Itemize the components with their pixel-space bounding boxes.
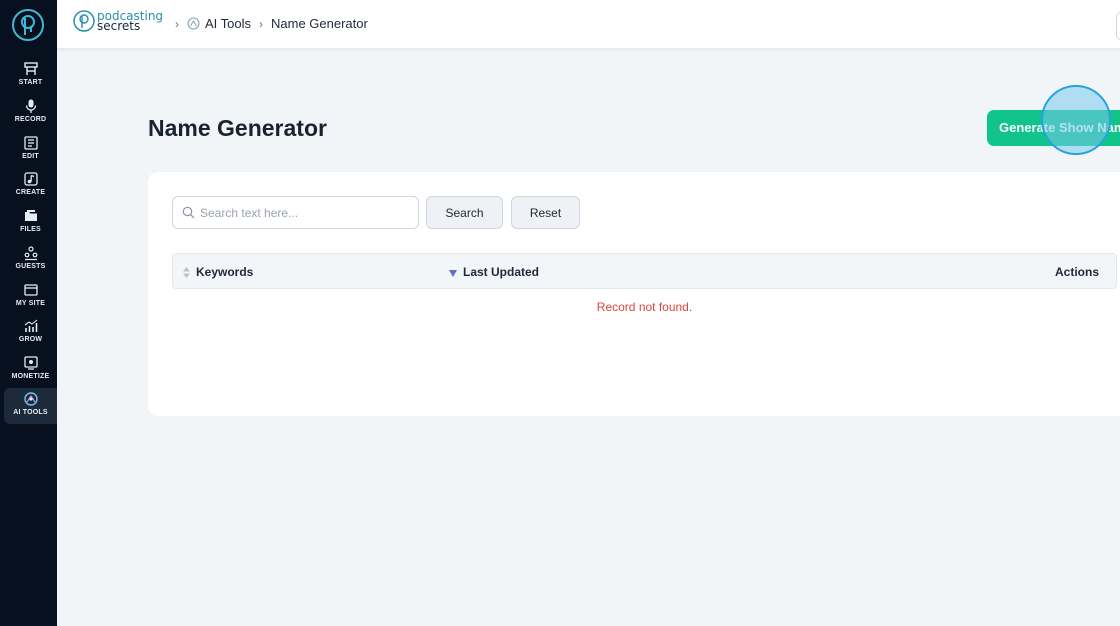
sidebar-item-label: EDIT — [22, 153, 39, 160]
sidebar-item-label: GUESTS — [15, 263, 46, 270]
sidebar-item-label: AI TOOLS — [13, 409, 48, 416]
search-input[interactable] — [200, 205, 410, 220]
app-logo-icon[interactable] — [11, 8, 45, 42]
monetize-icon — [23, 356, 38, 370]
ai-tools-icon — [23, 392, 38, 406]
page-title: Name Generator — [148, 115, 327, 141]
sidebar-item-label: CREATE — [15, 189, 46, 196]
header-right-control[interactable] — [1116, 12, 1120, 40]
column-last-updated[interactable]: Last Updated — [449, 265, 539, 279]
sidebar-item-my-site[interactable]: MY SITE — [4, 279, 57, 315]
sidebar-item-label: RECORD — [14, 116, 47, 123]
sidebar-item-grow[interactable]: GROW — [4, 315, 57, 351]
chart-icon — [24, 319, 37, 332]
sidebar-item-ai-tools[interactable]: AI TOOLS — [4, 388, 57, 424]
sidebar-item-monetize[interactable]: MONETIZE — [4, 352, 57, 388]
column-keywords[interactable]: Keywords — [183, 265, 253, 279]
breadcrumb: › AI Tools › Name Generator — [167, 16, 368, 31]
search-icon — [182, 206, 195, 219]
brand-wordmark: podcasting secrets — [97, 10, 163, 32]
sidebar: START RECORD EDIT CREATE FILES GUESTS MY… — [0, 0, 57, 626]
sidebar-item-edit[interactable]: EDIT — [4, 132, 57, 168]
search-field[interactable] — [172, 196, 419, 229]
column-label: Keywords — [196, 265, 254, 279]
microphone-icon — [25, 99, 36, 113]
sidebar-item-guests[interactable]: GUESTS — [4, 242, 57, 278]
chevron-right-icon: › — [175, 16, 179, 31]
ai-tools-crumb-icon — [187, 17, 200, 30]
breadcrumb-ai-tools[interactable]: AI Tools — [205, 16, 251, 31]
brand-logo[interactable]: podcasting secrets — [73, 10, 163, 32]
music-note-icon — [23, 172, 38, 186]
browser-icon — [23, 284, 38, 296]
podcast-logo-icon — [73, 10, 95, 32]
sidebar-item-create[interactable]: CREATE — [4, 168, 57, 204]
sidebar-item-label: START — [18, 79, 43, 86]
results-card: Search Reset Keywords Last Updated Actio… — [148, 172, 1120, 416]
guests-icon — [24, 246, 37, 261]
column-actions: Actions — [1055, 265, 1099, 279]
search-button[interactable]: Search — [426, 196, 503, 229]
column-label: Last Updated — [463, 265, 540, 279]
chevron-right-icon: › — [259, 16, 264, 31]
top-header: podcasting secrets › AI Tools › Name Gen… — [57, 0, 1120, 48]
sort-icon — [183, 266, 190, 278]
generate-show-name-button[interactable]: Generate Show Name — [987, 110, 1120, 146]
edit-icon — [23, 136, 38, 150]
sidebar-item-record[interactable]: RECORD — [4, 95, 57, 131]
breadcrumb-name-generator: Name Generator — [271, 16, 368, 31]
table-header: Keywords Last Updated Actions — [172, 253, 1117, 289]
sidebar-item-label: MONETIZE — [11, 373, 50, 380]
column-label: Actions — [1055, 265, 1100, 279]
reset-button[interactable]: Reset — [511, 196, 580, 229]
sidebar-item-label: MY SITE — [15, 300, 46, 307]
sidebar-item-files[interactable]: FILES — [4, 205, 57, 241]
sidebar-item-label: GROW — [18, 336, 43, 343]
empty-state-message: Record not found. — [596, 300, 693, 314]
files-icon — [24, 210, 37, 221]
sort-descending-icon — [449, 270, 457, 277]
start-icon — [23, 62, 38, 75]
sidebar-item-start[interactable]: START — [4, 58, 57, 94]
sidebar-item-label: FILES — [20, 226, 41, 233]
